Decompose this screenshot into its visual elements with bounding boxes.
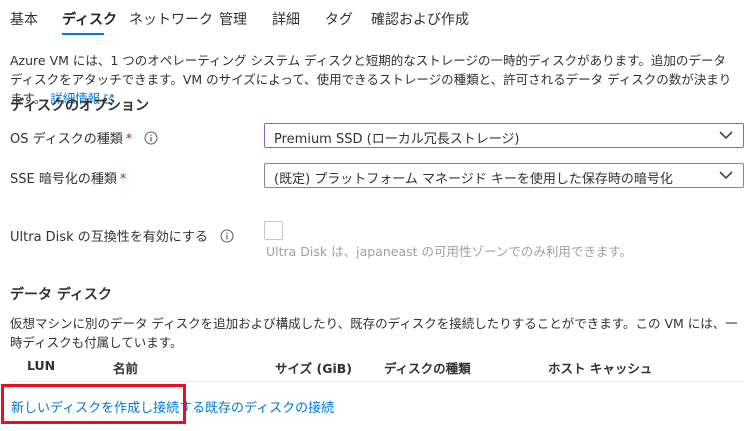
chevron-down-icon [719,131,733,140]
chevron-down-icon [719,171,733,180]
ultra-disk-helper-text: Ultra Disk は、japaneast の可用性ゾーンでのみ利用できます。 [266,244,633,259]
highlight-annotation-box [1,384,186,424]
disk-options-title: ディスクのオプション [10,98,150,114]
ultra-disk-label-text: Ultra Disk の互換性を有効にする [10,230,208,245]
tab-networking[interactable]: ネットワーク [129,9,213,29]
required-marker: * [119,172,127,187]
tab-basics[interactable]: 基本 [10,9,38,29]
os-disk-type-dropdown[interactable]: Premium SSD (ローカル冗長ストレージ) [264,123,744,148]
data-disks-title: データ ディスク [10,287,112,303]
info-icon[interactable] [220,229,234,243]
sse-encryption-label-text: SSE 暗号化の種類 [10,172,117,187]
column-header-lun: LUN [27,358,56,373]
os-disk-type-label: OS ディスクの種類 * [10,128,158,147]
tab-tags[interactable]: タグ [325,9,353,29]
tab-disks[interactable]: ディスク [62,9,117,29]
sse-encryption-value: (既定) プラットフォーム マネージド キーを使用した保存時の暗号化 [274,172,673,187]
column-header-size: サイズ (GiB) [275,361,352,376]
tab-bar: 基本 ディスク ネットワーク 管理 詳細 タグ 確認および作成 [0,0,750,38]
column-header-disk-type: ディスクの種類 [384,361,471,376]
ultra-disk-checkbox[interactable] [264,221,283,240]
tab-management[interactable]: 管理 [219,9,247,29]
os-disk-type-value: Premium SSD (ローカル冗長ストレージ) [274,132,520,147]
os-disk-type-label-text: OS ディスクの種類 [10,132,123,147]
column-header-name: 名前 [113,361,139,376]
data-disks-description: 仮想マシンに別のデータ ディスクを追加および構成したり、既存のディスクを接続した… [10,316,738,350]
attach-existing-disk-link[interactable]: 既存のディスクの接続 [205,397,334,416]
tab-advanced[interactable]: 詳細 [272,9,300,29]
info-icon[interactable] [144,131,158,145]
tab-review-create[interactable]: 確認および作成 [371,9,469,29]
ultra-disk-label: Ultra Disk の互換性を有効にする [10,226,234,245]
active-tab-indicator [62,33,104,35]
required-marker: * [125,132,133,147]
sse-encryption-dropdown[interactable]: (既定) プラットフォーム マネージド キーを使用した保存時の暗号化 [264,163,744,188]
sse-encryption-label: SSE 暗号化の種類 * [10,168,126,187]
column-header-host-cache: ホスト キャッシュ [548,361,653,376]
table-divider [10,381,744,382]
